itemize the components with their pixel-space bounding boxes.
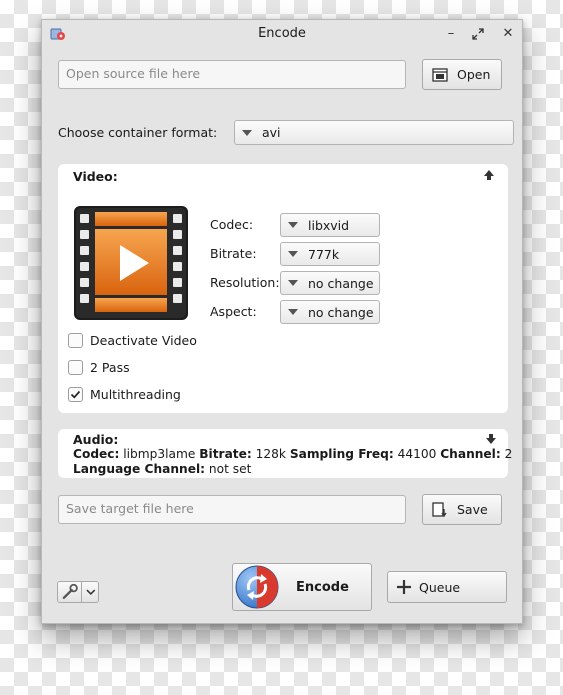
encode-window: Encode – ✕ Open source file here Open Ch… <box>41 19 523 624</box>
minimize-icon: – <box>447 26 455 41</box>
chevron-down-icon <box>86 589 96 596</box>
multithreading-checkbox[interactable]: Multithreading <box>68 387 181 402</box>
audio-channel-key: Channel: <box>440 447 501 461</box>
close-button[interactable]: ✕ <box>499 25 517 43</box>
bitrate-value: 777k <box>308 246 340 262</box>
codec-value: libxvid <box>308 217 350 233</box>
resolution-select[interactable]: no change <box>280 271 380 295</box>
maximize-button[interactable] <box>469 25 487 43</box>
video-film-icon <box>74 206 188 320</box>
encode-convert-icon <box>235 565 279 609</box>
wrench-icon <box>62 583 78 600</box>
audio-summary-line-2: Language Channel: not set <box>73 462 251 476</box>
maximize-icon <box>472 28 484 40</box>
audio-codec-key: Codec: <box>73 447 120 461</box>
audio-channel-value: 2 <box>504 447 513 461</box>
audio-language-key: Language Channel: <box>73 462 206 476</box>
audio-summary-line-1: Codec: libmp3lame Bitrate: 128k Sampling… <box>73 447 512 461</box>
aspect-select[interactable]: no change <box>280 300 380 324</box>
tools-menu-button[interactable] <box>57 581 99 603</box>
codec-select[interactable]: libxvid <box>280 213 380 237</box>
checkbox-box <box>68 387 83 402</box>
audio-section-title: Audio: <box>73 432 119 447</box>
two-pass-checkbox[interactable]: 2 Pass <box>68 360 130 375</box>
dropdown-arrow-icon <box>288 251 298 257</box>
audio-bitrate-key: Bitrate: <box>199 447 252 461</box>
container-format-value: avi <box>262 125 281 140</box>
target-file-input[interactable]: Save target file here <box>58 495 406 524</box>
expand-arrow-down-icon[interactable] <box>485 433 497 445</box>
audio-codec-value: libmp3lame <box>123 447 196 461</box>
save-label: Save <box>457 502 488 517</box>
video-panel: Video: Codec: libxvid Bitrate: 777k Reso… <box>58 164 508 413</box>
deactivate-video-checkbox[interactable]: Deactivate Video <box>68 333 197 348</box>
dropdown-arrow-icon <box>242 129 252 136</box>
checkbox-box <box>68 360 83 375</box>
audio-freq-key: Sampling Freq: <box>289 447 394 461</box>
aspect-value: no change <box>308 304 374 320</box>
bitrate-label: Bitrate: <box>210 246 257 261</box>
open-button[interactable]: Open <box>422 59 502 90</box>
two-pass-label: 2 Pass <box>90 360 130 375</box>
audio-freq-value: 44100 <box>397 447 437 461</box>
checkbox-box <box>68 333 83 348</box>
minimize-button[interactable]: – <box>442 25 460 43</box>
open-label: Open <box>457 67 491 82</box>
video-section-title: Video: <box>73 169 118 184</box>
audio-language-value: not set <box>208 462 252 476</box>
plus-icon <box>397 580 411 594</box>
deactivate-video-label: Deactivate Video <box>90 333 197 348</box>
collapse-arrow-up-icon[interactable] <box>483 169 495 181</box>
resolution-value: no change <box>308 275 374 291</box>
container-format-select[interactable]: avi <box>234 120 514 145</box>
save-button[interactable]: Save <box>422 494 502 525</box>
encode-button[interactable]: Encode <box>232 563 372 611</box>
checkmark-icon <box>70 390 81 399</box>
dropdown-arrow-icon <box>288 222 298 228</box>
audio-panel: Audio: Codec: libmp3lame Bitrate: 128k S… <box>58 429 512 478</box>
resolution-label: Resolution: <box>210 275 280 290</box>
codec-label: Codec: <box>210 217 254 232</box>
audio-bitrate-value: 128k <box>255 447 286 461</box>
queue-label: Queue <box>419 579 461 595</box>
bitrate-select[interactable]: 777k <box>280 242 380 266</box>
dropdown-arrow-icon <box>288 309 298 315</box>
title-bar: Encode – ✕ <box>42 20 522 48</box>
encode-label: Encode <box>296 579 349 595</box>
dropdown-arrow-icon <box>288 280 298 286</box>
source-file-input[interactable]: Open source file here <box>58 60 406 89</box>
close-icon: ✕ <box>502 26 514 41</box>
save-file-icon <box>432 501 447 517</box>
container-format-label: Choose container format: <box>58 125 218 140</box>
aspect-label: Aspect: <box>210 304 257 319</box>
multithreading-label: Multithreading <box>90 387 181 402</box>
folder-open-icon <box>432 67 448 82</box>
queue-button[interactable]: Queue <box>387 571 507 603</box>
